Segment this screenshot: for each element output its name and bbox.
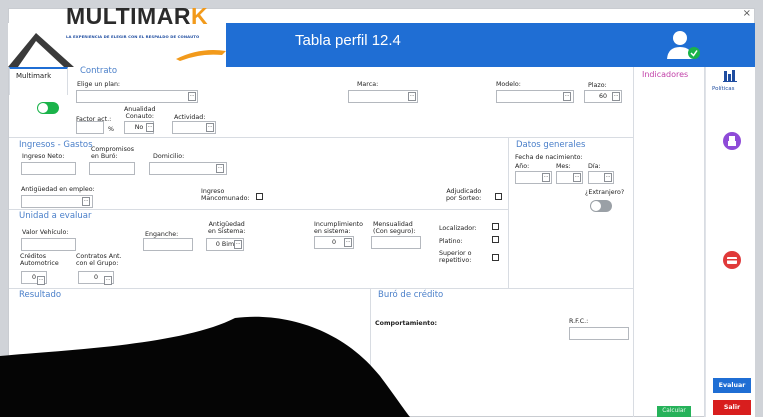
superior-label: Superior o repetitivo: (439, 250, 472, 265)
rfc-input[interactable] (569, 327, 629, 340)
buro-title: Buró de crédito (378, 290, 444, 300)
divider (508, 137, 509, 289)
adjudicado-checkbox[interactable] (495, 193, 502, 200)
tab-multimark-label: Multimark (16, 72, 52, 80)
mes-label: Mes: (556, 163, 571, 170)
logo-swoosh-icon (176, 50, 226, 61)
dia-label: Día: (588, 163, 601, 170)
factor-unit: % (108, 126, 114, 133)
incumplimiento-dropdown-icon[interactable]: ... (344, 238, 352, 247)
compromisos-label: Compromisos en Buró: (91, 146, 134, 161)
platino-checkbox[interactable] (492, 236, 499, 243)
antiguedad-empleo-label: Antigüedad en empleo: (21, 186, 95, 193)
enganche-input[interactable] (143, 238, 193, 251)
rfc-label: R.F.C.: (569, 318, 589, 325)
sidebar (705, 67, 755, 417)
platino-label: Platino: (439, 238, 463, 245)
anualidad-label: Anualidad Conauto: (124, 106, 156, 121)
incumplimiento-label: Incumplimiento en sistema: (314, 221, 364, 236)
occlusion-shape (0, 316, 410, 417)
sidebar-politicas-label[interactable]: Políticas (712, 86, 735, 92)
ingreso-neto-input[interactable] (21, 162, 76, 175)
divider (9, 288, 633, 289)
datos-generales-title: Datos generales (516, 140, 586, 150)
antiguedad-sistema-dropdown-icon[interactable]: ... (234, 240, 242, 249)
compromisos-input[interactable] (89, 162, 135, 175)
plazo-dropdown-icon[interactable]: ... (612, 92, 620, 101)
logo-wordmark: MULTIMARK (66, 3, 209, 29)
mensualidad-input[interactable] (371, 236, 421, 249)
adjudicado-label: Adjudicado por Sorteo: (446, 188, 482, 203)
user-check-icon[interactable] (666, 29, 702, 61)
resultado-title: Resultado (19, 290, 62, 300)
extranjero-label: ¿Extranjero? (585, 189, 625, 196)
creditos-label: Créditos Automotrice (20, 253, 59, 268)
contratos-dropdown-icon[interactable]: ... (104, 276, 112, 285)
plan-label: Elige un plan: (77, 81, 121, 88)
evaluar-button[interactable]: Evaluar (713, 378, 751, 393)
domicilio-label: Domicilio: (153, 153, 185, 160)
anio-label: Año: (515, 163, 530, 170)
indicadores-panel (633, 67, 705, 417)
plan-dropdown-icon[interactable]: ... (188, 92, 196, 101)
localizador-label: Localizador: (439, 225, 477, 232)
factor-input[interactable] (76, 121, 104, 134)
contratos-label: Contratos Ant. con el Grupo: (76, 253, 122, 268)
domicilio-dropdown-icon[interactable]: ... (216, 164, 224, 173)
marca-label: Marca: (357, 81, 379, 88)
marca-dropdown-icon[interactable]: ... (408, 92, 416, 101)
divider (9, 209, 509, 210)
close-icon[interactable]: × (743, 8, 751, 19)
window-title: Tabla perfil 12.4 (295, 32, 401, 49)
valor-vehiculo-input[interactable] (21, 238, 76, 251)
indicadores-title: Indicadores (642, 70, 689, 79)
credit-card-icon[interactable] (723, 251, 741, 269)
ingreso-neto-label: Ingreso Neto: (22, 153, 65, 160)
fecha-nacimiento-label: Fecha de nacimiento: (515, 154, 583, 161)
anualidad-dropdown-icon[interactable]: ... (146, 123, 154, 132)
extranjero-toggle[interactable] (590, 200, 612, 212)
multimark-toggle[interactable] (37, 102, 59, 114)
logo-tagline: LA EXPERIENCIA DE ELEGIR CON EL RESPALDO… (66, 34, 200, 39)
ingreso-mancomunado-label: Ingreso Mancomunado: (201, 188, 250, 203)
plazo-label: Plazo: (588, 82, 607, 89)
plan-select[interactable] (76, 90, 198, 103)
ingresos-title: Ingresos - Gastos (19, 140, 93, 150)
mes-dropdown-icon[interactable]: ... (573, 173, 581, 182)
calcular-button[interactable]: Calcular (657, 406, 691, 417)
purple-tool-icon[interactable] (723, 132, 741, 150)
modelo-label: Modelo: (496, 81, 521, 88)
localizador-checkbox[interactable] (492, 223, 499, 230)
dia-dropdown-icon[interactable]: ... (604, 173, 612, 182)
contrato-title: Contrato (80, 66, 118, 76)
logo-mark-icon (8, 33, 74, 67)
anio-dropdown-icon[interactable]: ... (542, 173, 550, 182)
modelo-dropdown-icon[interactable]: ... (563, 92, 571, 101)
unidad-title: Unidad a evaluar (19, 211, 92, 221)
creditos-dropdown-icon[interactable]: ... (37, 276, 45, 285)
superior-checkbox[interactable] (492, 254, 499, 261)
valor-vehiculo-label: Valor Vehículo: (22, 229, 69, 236)
antiguedad-sistema-label: Antigüedad en Sistema: (208, 221, 246, 236)
antiguedad-empleo-dropdown-icon[interactable]: ... (82, 197, 90, 206)
ingreso-mancomunado-checkbox[interactable] (256, 193, 263, 200)
actividad-dropdown-icon[interactable]: ... (206, 123, 214, 132)
mensualidad-label: Mensualidad (Con seguro): (373, 221, 416, 236)
salir-button[interactable]: Salir (713, 400, 751, 415)
divider (9, 137, 633, 138)
policies-icon[interactable] (723, 69, 737, 82)
